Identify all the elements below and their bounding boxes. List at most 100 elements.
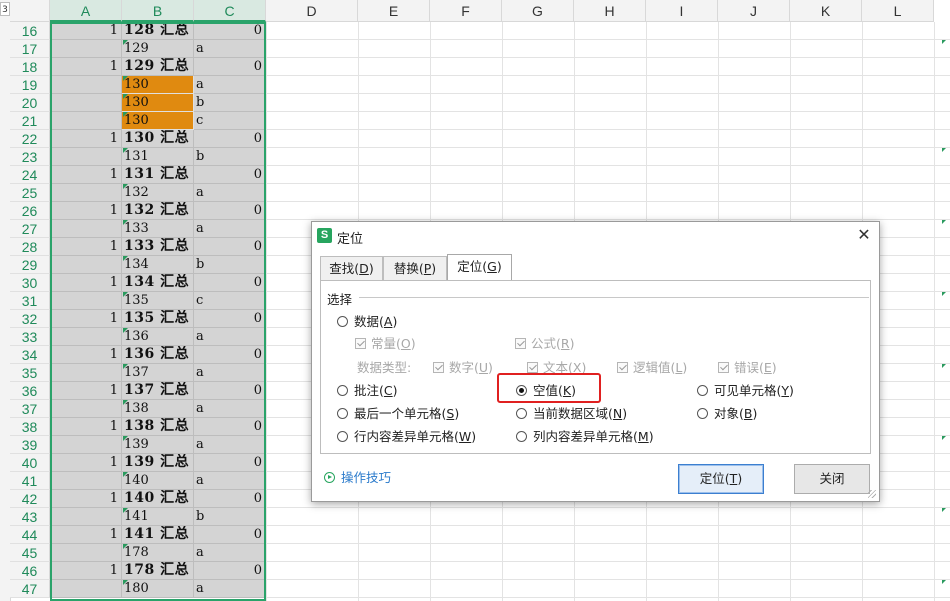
cell-b[interactable]: 139 汇总: [122, 454, 194, 472]
cell-c[interactable]: 0: [194, 490, 266, 508]
cell-a[interactable]: [50, 292, 122, 310]
column-header-j[interactable]: J: [718, 0, 790, 22]
checkbox-number[interactable]: 数字(U): [433, 359, 493, 377]
row-header[interactable]: 44: [10, 526, 50, 544]
cell-a[interactable]: 1: [50, 418, 122, 436]
row-header[interactable]: 24: [10, 166, 50, 184]
cell-a[interactable]: [50, 364, 122, 382]
cell-b[interactable]: 132: [122, 184, 194, 202]
close-button[interactable]: 关闭: [794, 464, 870, 494]
cell-a[interactable]: 1: [50, 58, 122, 76]
cell-b[interactable]: 133: [122, 220, 194, 238]
cell-a[interactable]: 1: [50, 310, 122, 328]
cell-b[interactable]: 129: [122, 40, 194, 58]
cell-a[interactable]: 1: [50, 346, 122, 364]
radio-comment[interactable]: 批注(C): [337, 382, 398, 400]
cell-c[interactable]: a: [194, 544, 266, 562]
cell-c[interactable]: 0: [194, 166, 266, 184]
radio-blank[interactable]: 空值(K): [516, 382, 576, 400]
row-header[interactable]: 45: [10, 544, 50, 562]
locate-button[interactable]: 定位(T): [678, 464, 764, 494]
cell-b[interactable]: 130: [122, 76, 194, 94]
checkbox-logical[interactable]: 逻辑值(L): [617, 359, 687, 377]
cell-c[interactable]: 0: [194, 562, 266, 580]
cell-a[interactable]: [50, 184, 122, 202]
cell-a[interactable]: 1: [50, 454, 122, 472]
dialog-titlebar[interactable]: S 定位 ✕: [312, 222, 879, 250]
cell-c[interactable]: 0: [194, 382, 266, 400]
cell-c[interactable]: a: [194, 220, 266, 238]
row-header[interactable]: 25: [10, 184, 50, 202]
cell-a[interactable]: [50, 580, 122, 598]
row-header[interactable]: 42: [10, 490, 50, 508]
cell-b[interactable]: 129 汇总: [122, 58, 194, 76]
cell-b[interactable]: 137: [122, 364, 194, 382]
cell-a[interactable]: 1: [50, 202, 122, 220]
cell-a[interactable]: [50, 112, 122, 130]
cell-b[interactable]: 130 汇总: [122, 130, 194, 148]
cell-c[interactable]: a: [194, 184, 266, 202]
close-icon[interactable]: ✕: [855, 226, 873, 244]
cell-c[interactable]: a: [194, 436, 266, 454]
radio-column-differences[interactable]: 列内容差异单元格(M): [516, 428, 654, 446]
row-header[interactable]: 17: [10, 40, 50, 58]
row-header[interactable]: 19: [10, 76, 50, 94]
cell-b[interactable]: 140: [122, 472, 194, 490]
cell-b[interactable]: 141 汇总: [122, 526, 194, 544]
row-header[interactable]: 32: [10, 310, 50, 328]
checkbox-formula[interactable]: 公式(R): [515, 335, 574, 353]
cell-b[interactable]: 128 汇总: [122, 22, 194, 40]
row-header[interactable]: 21: [10, 112, 50, 130]
row-header[interactable]: 30: [10, 274, 50, 292]
cell-c[interactable]: a: [194, 76, 266, 94]
cell-a[interactable]: 1: [50, 130, 122, 148]
column-header-b[interactable]: B: [122, 0, 194, 22]
cell-c[interactable]: 0: [194, 454, 266, 472]
cell-a[interactable]: 1: [50, 382, 122, 400]
row-header[interactable]: 35: [10, 364, 50, 382]
cell-b[interactable]: 135 汇总: [122, 310, 194, 328]
radio-visible-cells[interactable]: 可见单元格(Y): [697, 382, 794, 400]
cell-a[interactable]: [50, 400, 122, 418]
cell-c[interactable]: 0: [194, 526, 266, 544]
cell-c[interactable]: b: [194, 94, 266, 112]
cell-b[interactable]: 131 汇总: [122, 166, 194, 184]
row-header[interactable]: 18: [10, 58, 50, 76]
cell-a[interactable]: [50, 220, 122, 238]
cell-c[interactable]: a: [194, 364, 266, 382]
cell-a[interactable]: [50, 94, 122, 112]
radio-data[interactable]: 数据(A): [337, 313, 397, 331]
cell-c[interactable]: a: [194, 580, 266, 598]
column-header-a[interactable]: A: [50, 0, 122, 22]
cell-c[interactable]: a: [194, 328, 266, 346]
cell-a[interactable]: [50, 472, 122, 490]
row-header[interactable]: 22: [10, 130, 50, 148]
column-header-l[interactable]: L: [862, 0, 934, 22]
cell-b[interactable]: 135: [122, 292, 194, 310]
cell-c[interactable]: 0: [194, 58, 266, 76]
cell-a[interactable]: [50, 328, 122, 346]
cell-b[interactable]: 178: [122, 544, 194, 562]
tab-find[interactable]: 查找(D): [320, 256, 383, 280]
cell-c[interactable]: 0: [194, 202, 266, 220]
radio-row-differences[interactable]: 行内容差异单元格(W): [337, 428, 476, 446]
select-all-corner[interactable]: [10, 0, 50, 22]
cell-a[interactable]: 1: [50, 274, 122, 292]
cell-b[interactable]: 130: [122, 94, 194, 112]
cell-a[interactable]: [50, 256, 122, 274]
cell-b[interactable]: 134: [122, 256, 194, 274]
cell-a[interactable]: 1: [50, 166, 122, 184]
row-header[interactable]: 16: [10, 22, 50, 40]
column-header-i[interactable]: I: [646, 0, 718, 22]
row-header[interactable]: 27: [10, 220, 50, 238]
row-header[interactable]: 29: [10, 256, 50, 274]
cell-c[interactable]: 0: [194, 22, 266, 40]
cell-c[interactable]: c: [194, 292, 266, 310]
cell-b[interactable]: 139: [122, 436, 194, 454]
cell-b[interactable]: 132 汇总: [122, 202, 194, 220]
checkbox-constant[interactable]: 常量(O): [355, 335, 416, 353]
cell-c[interactable]: b: [194, 256, 266, 274]
cell-c[interactable]: b: [194, 508, 266, 526]
cell-b[interactable]: 180: [122, 580, 194, 598]
cell-a[interactable]: 1: [50, 22, 122, 40]
